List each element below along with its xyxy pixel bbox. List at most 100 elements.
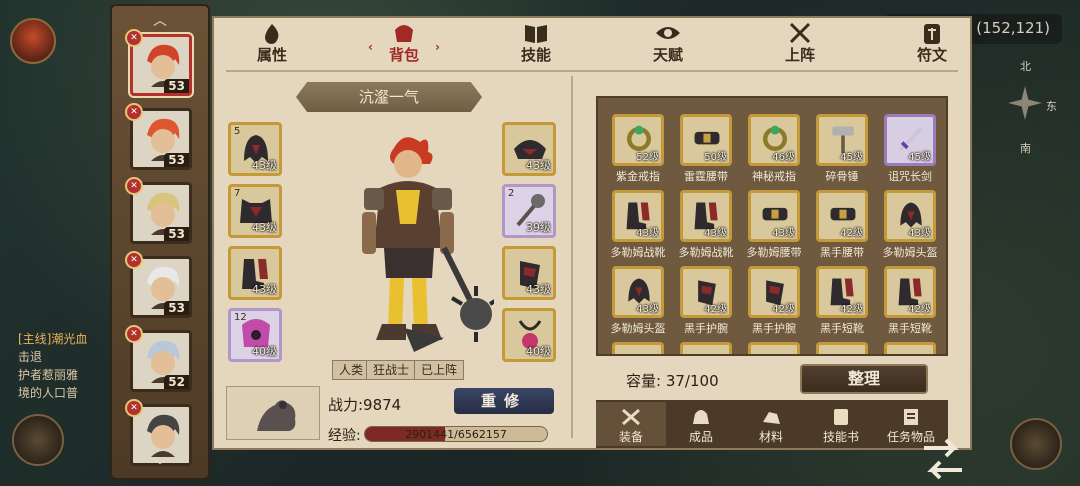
inventory-item[interactable]: 46级: [748, 114, 800, 166]
map-button[interactable]: [12, 414, 64, 466]
compass-north: 北: [1020, 60, 1031, 73]
inventory-item[interactable]: 42级: [816, 266, 868, 318]
item-level: 42级: [704, 304, 727, 315]
item-name: 黑手腰带: [820, 246, 864, 259]
hero-card[interactable]: ✕ 53: [125, 177, 192, 244]
tab-label: 技能: [520, 46, 551, 64]
helmet-icon: [895, 351, 927, 354]
item-level: 52级: [636, 152, 659, 163]
item-level: 42级: [908, 304, 931, 315]
item-level: 43级: [636, 304, 659, 315]
tab-backpack[interactable]: 背包 ‹ ›: [368, 22, 440, 66]
tab-label: 背包: [388, 46, 419, 64]
renew-button[interactable]: 重修: [454, 388, 554, 414]
inventory-item[interactable]: 43级: [612, 266, 664, 318]
inventory-item[interactable]: 45级: [816, 114, 868, 166]
helmet-icon: [759, 351, 791, 354]
armor-icon: [691, 351, 723, 354]
inventory-item[interactable]: [612, 342, 664, 354]
equipment-slot[interactable]: 2 39级: [502, 184, 556, 238]
inventory-item[interactable]: 43级: [884, 190, 936, 242]
inventory-item[interactable]: 42级: [816, 190, 868, 242]
pouch-icon: [693, 410, 709, 424]
tab-runes[interactable]: 符文: [902, 22, 962, 66]
tab-attributes[interactable]: 属性: [242, 22, 302, 66]
inventory-tab[interactable]: 材料: [736, 402, 806, 446]
organize-button[interactable]: 整理: [800, 364, 928, 394]
hero-name: 沆瀣一气: [296, 82, 482, 112]
tab-skills[interactable]: 技能: [506, 22, 566, 66]
scroll-up-icon[interactable]: ︿: [112, 10, 208, 30]
equipment-slot[interactable]: 5 43级: [228, 122, 282, 176]
capacity-bar: 容量: 37/100 整理: [596, 358, 948, 400]
equipment-slot[interactable]: 40级: [502, 308, 556, 362]
hero-card[interactable]: ✕ 52: [125, 325, 192, 392]
quest-tracker[interactable]: [主线]潮光血 击退 护者惹丽雅 境的人口普: [18, 330, 110, 402]
hero-tag: 已上阵: [414, 360, 465, 380]
home-button[interactable]: [1010, 418, 1062, 470]
item-level: 46级: [772, 152, 795, 163]
item-level: 50级: [704, 152, 727, 163]
rune-icon: [924, 24, 940, 44]
inventory-item[interactable]: 42级: [884, 266, 936, 318]
item-name: 多勒姆头盔: [610, 322, 666, 335]
capacity-label: 容量: 37/100: [626, 372, 719, 390]
hero-card[interactable]: ✕ 53: [125, 29, 192, 96]
equipment-slot[interactable]: 43级: [228, 246, 282, 300]
item-level: 43级: [252, 159, 277, 172]
inventory-tab[interactable]: 成品: [666, 402, 736, 446]
item-level: 43级: [772, 228, 795, 239]
inventory-tab[interactable]: 装备: [596, 402, 666, 446]
item-level: 43级: [908, 228, 931, 239]
equipment-slot[interactable]: 43级: [502, 122, 556, 176]
compass-east: 东: [1046, 100, 1057, 113]
inventory-item[interactable]: 42级: [748, 266, 800, 318]
hero-thumbnail[interactable]: [226, 386, 320, 440]
quest-line: 击退: [18, 350, 43, 364]
tab-talents[interactable]: 天赋: [638, 22, 698, 66]
exp-bar: 2901441/6562157: [364, 426, 548, 442]
player-avatar[interactable]: [10, 18, 56, 64]
equipment-slot[interactable]: 12 40级: [228, 308, 282, 362]
back-arrow-icon[interactable]: [918, 438, 968, 482]
scroll-down-icon[interactable]: ﹀: [112, 456, 208, 476]
quest-line: 护者惹丽雅: [18, 368, 79, 382]
inventory-item[interactable]: 45级: [884, 114, 936, 166]
hero-list[interactable]: ︿ ✕ 53 ✕ 53 ✕ 53 ✕ 53 ✕ 52 ✕ ﹀: [110, 4, 210, 480]
inventory-item[interactable]: 43级: [680, 190, 732, 242]
exp-label: 经验:: [328, 428, 361, 444]
hero-card[interactable]: ✕ 53: [125, 251, 192, 318]
equipment-slot[interactable]: 7 43级: [228, 184, 282, 238]
inventory-item[interactable]: [884, 342, 936, 354]
compass: 北 东 南: [990, 58, 1060, 158]
capacity-value: 37/100: [665, 372, 719, 390]
exp-value: 2901441/6562157: [405, 428, 507, 441]
inventory-grid[interactable]: 52级 紫金戒指 50级 雷霆腰带 46级 神秘戒指 45级 碎骨锤 45级 诅咒长剑 43级 多勒姆…: [596, 96, 948, 356]
inventory-item[interactable]: [680, 342, 732, 354]
item-name: 紫金戒指: [616, 170, 660, 183]
eye-icon: [656, 27, 680, 39]
tab-deploy[interactable]: 上阵: [770, 22, 830, 66]
inventory-tab[interactable]: 技能书: [806, 402, 876, 446]
item-level: 43级: [526, 283, 551, 296]
bag-icon: [395, 25, 413, 42]
item-level: 45级: [840, 152, 863, 163]
item-level: 42级: [840, 228, 863, 239]
scroll-icon: [834, 409, 848, 425]
inventory-item[interactable]: 42级: [680, 266, 732, 318]
item-name: 多勒姆头盔: [882, 246, 938, 259]
item-level: 42级: [772, 304, 795, 315]
quest-title: [主线]潮光血: [18, 332, 88, 346]
inventory-item[interactable]: 43级: [748, 190, 800, 242]
inventory-item[interactable]: 43级: [612, 190, 664, 242]
inventory-tab-label: 材料: [758, 430, 783, 444]
inventory-item[interactable]: 50级: [680, 114, 732, 166]
inventory-item[interactable]: 52级: [612, 114, 664, 166]
item-level: 40级: [252, 345, 277, 358]
equipment-slot[interactable]: 43级: [502, 246, 556, 300]
hero-card[interactable]: ✕ 53: [125, 103, 192, 170]
hero-portrait-icon: [147, 414, 180, 457]
combat-power: 战力:9874: [328, 396, 402, 414]
inventory-item[interactable]: [748, 342, 800, 354]
inventory-item[interactable]: [816, 342, 868, 354]
